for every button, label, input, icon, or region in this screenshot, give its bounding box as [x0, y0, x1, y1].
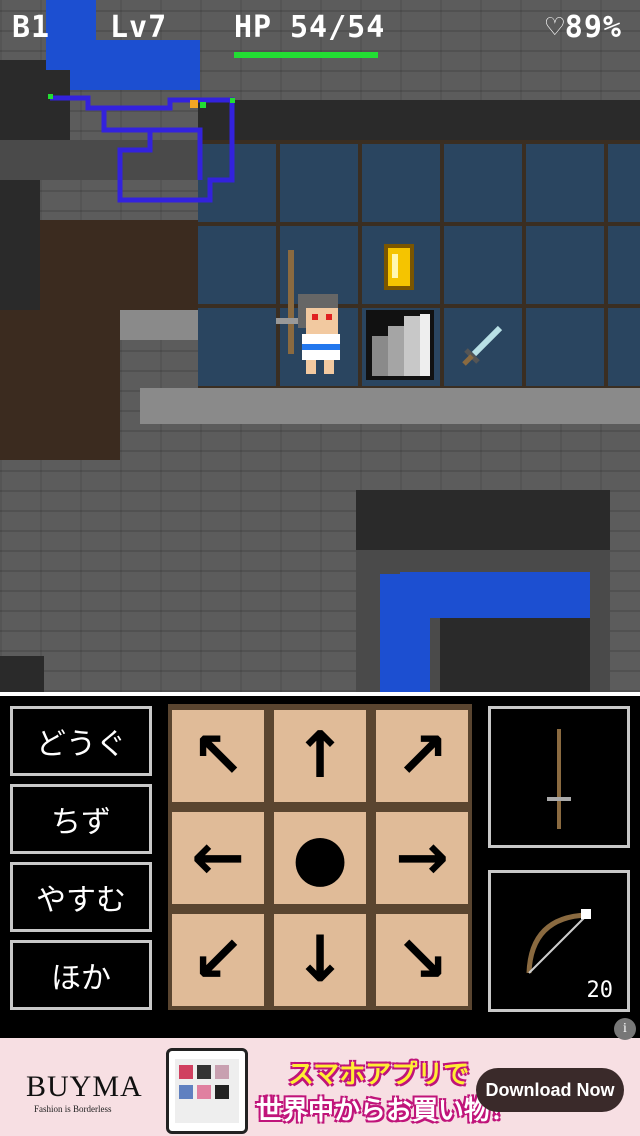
rest-button[interactable]: やすむ	[10, 862, 152, 932]
move-left-button[interactable]: ←	[172, 812, 264, 904]
arrow-left-icon: ←	[191, 821, 245, 895]
stone-ledge	[140, 388, 640, 424]
hp-value: 54/54	[290, 10, 386, 45]
dirt-floor	[0, 310, 120, 460]
move-right-button[interactable]: →	[376, 812, 468, 904]
minimap	[48, 94, 235, 203]
arrow-right-icon: →	[395, 821, 449, 895]
move-up-right-button[interactable]: ↗	[376, 710, 468, 802]
hp-label: HP	[234, 10, 273, 45]
arrow-down-left-icon: ↙	[191, 923, 245, 997]
arrow-up-right-icon: ↗	[395, 719, 449, 793]
move-up-button[interactable]: ↑	[274, 710, 366, 802]
wall	[198, 100, 640, 140]
direction-pad: ↖ ↑ ↗ ← ● → ↙ ↓ ↘	[168, 704, 472, 1010]
stone-ledge	[120, 310, 200, 340]
arrow-down-icon: ↓	[293, 923, 347, 997]
wait-button[interactable]: ●	[274, 812, 366, 904]
other-button[interactable]: ほか	[10, 940, 152, 1010]
move-up-left-button[interactable]: ↖	[172, 710, 264, 802]
move-down-right-button[interactable]: ↘	[376, 914, 468, 1006]
download-now-button[interactable]: Download Now	[476, 1068, 624, 1112]
wall	[440, 618, 590, 692]
control-panel: どうぐ ちず やすむ ほか ↖ ↑ ↗ ← ● → ↙ ↓ ↘ 20	[0, 692, 640, 1016]
wall	[0, 656, 44, 692]
weapon-slot[interactable]	[488, 706, 630, 848]
ad-tagline: Fashion is Borderless	[34, 1104, 112, 1114]
sword-icon[interactable]	[460, 324, 504, 368]
dirt-floor	[40, 220, 200, 310]
ad-brand: BUYMA	[26, 1070, 143, 1103]
wall	[356, 490, 610, 550]
floor-indicator: B1	[12, 10, 51, 45]
arrow-up-left-icon: ↖	[191, 719, 245, 793]
ad-info-icon[interactable]: i	[614, 1018, 636, 1040]
ad-area: BUYMA Fashion is Borderless スマホアプリで 世界中か…	[0, 1016, 640, 1136]
move-down-button[interactable]: ↓	[274, 914, 366, 1006]
gold-coin-icon[interactable]	[384, 244, 414, 290]
ad-headline: スマホアプリで	[288, 1060, 470, 1090]
map-button[interactable]: ちず	[10, 784, 152, 854]
stairs-icon[interactable]	[366, 310, 434, 380]
phone-image	[166, 1048, 248, 1134]
staff-icon	[547, 729, 571, 829]
items-button[interactable]: どうぐ	[10, 706, 152, 776]
ranged-slot[interactable]: 20	[488, 870, 630, 1012]
wait-dot-icon: ●	[292, 821, 348, 895]
hp-bar	[234, 52, 378, 58]
ad-banner[interactable]: BUYMA Fashion is Borderless スマホアプリで 世界中か…	[0, 1038, 640, 1136]
hero-sprite[interactable]	[276, 250, 346, 376]
satiety-indicator: ♡89%	[545, 10, 622, 45]
dungeon-map[interactable]: B1 Lv7 HP 54/54 ♡89%	[0, 0, 640, 692]
arrow-up-icon: ↑	[293, 719, 347, 793]
arrow-down-right-icon: ↘	[395, 923, 449, 997]
ammo-count: 20	[586, 978, 614, 1003]
level-indicator: Lv7	[110, 10, 168, 45]
move-down-left-button[interactable]: ↙	[172, 914, 264, 1006]
water	[400, 572, 590, 618]
